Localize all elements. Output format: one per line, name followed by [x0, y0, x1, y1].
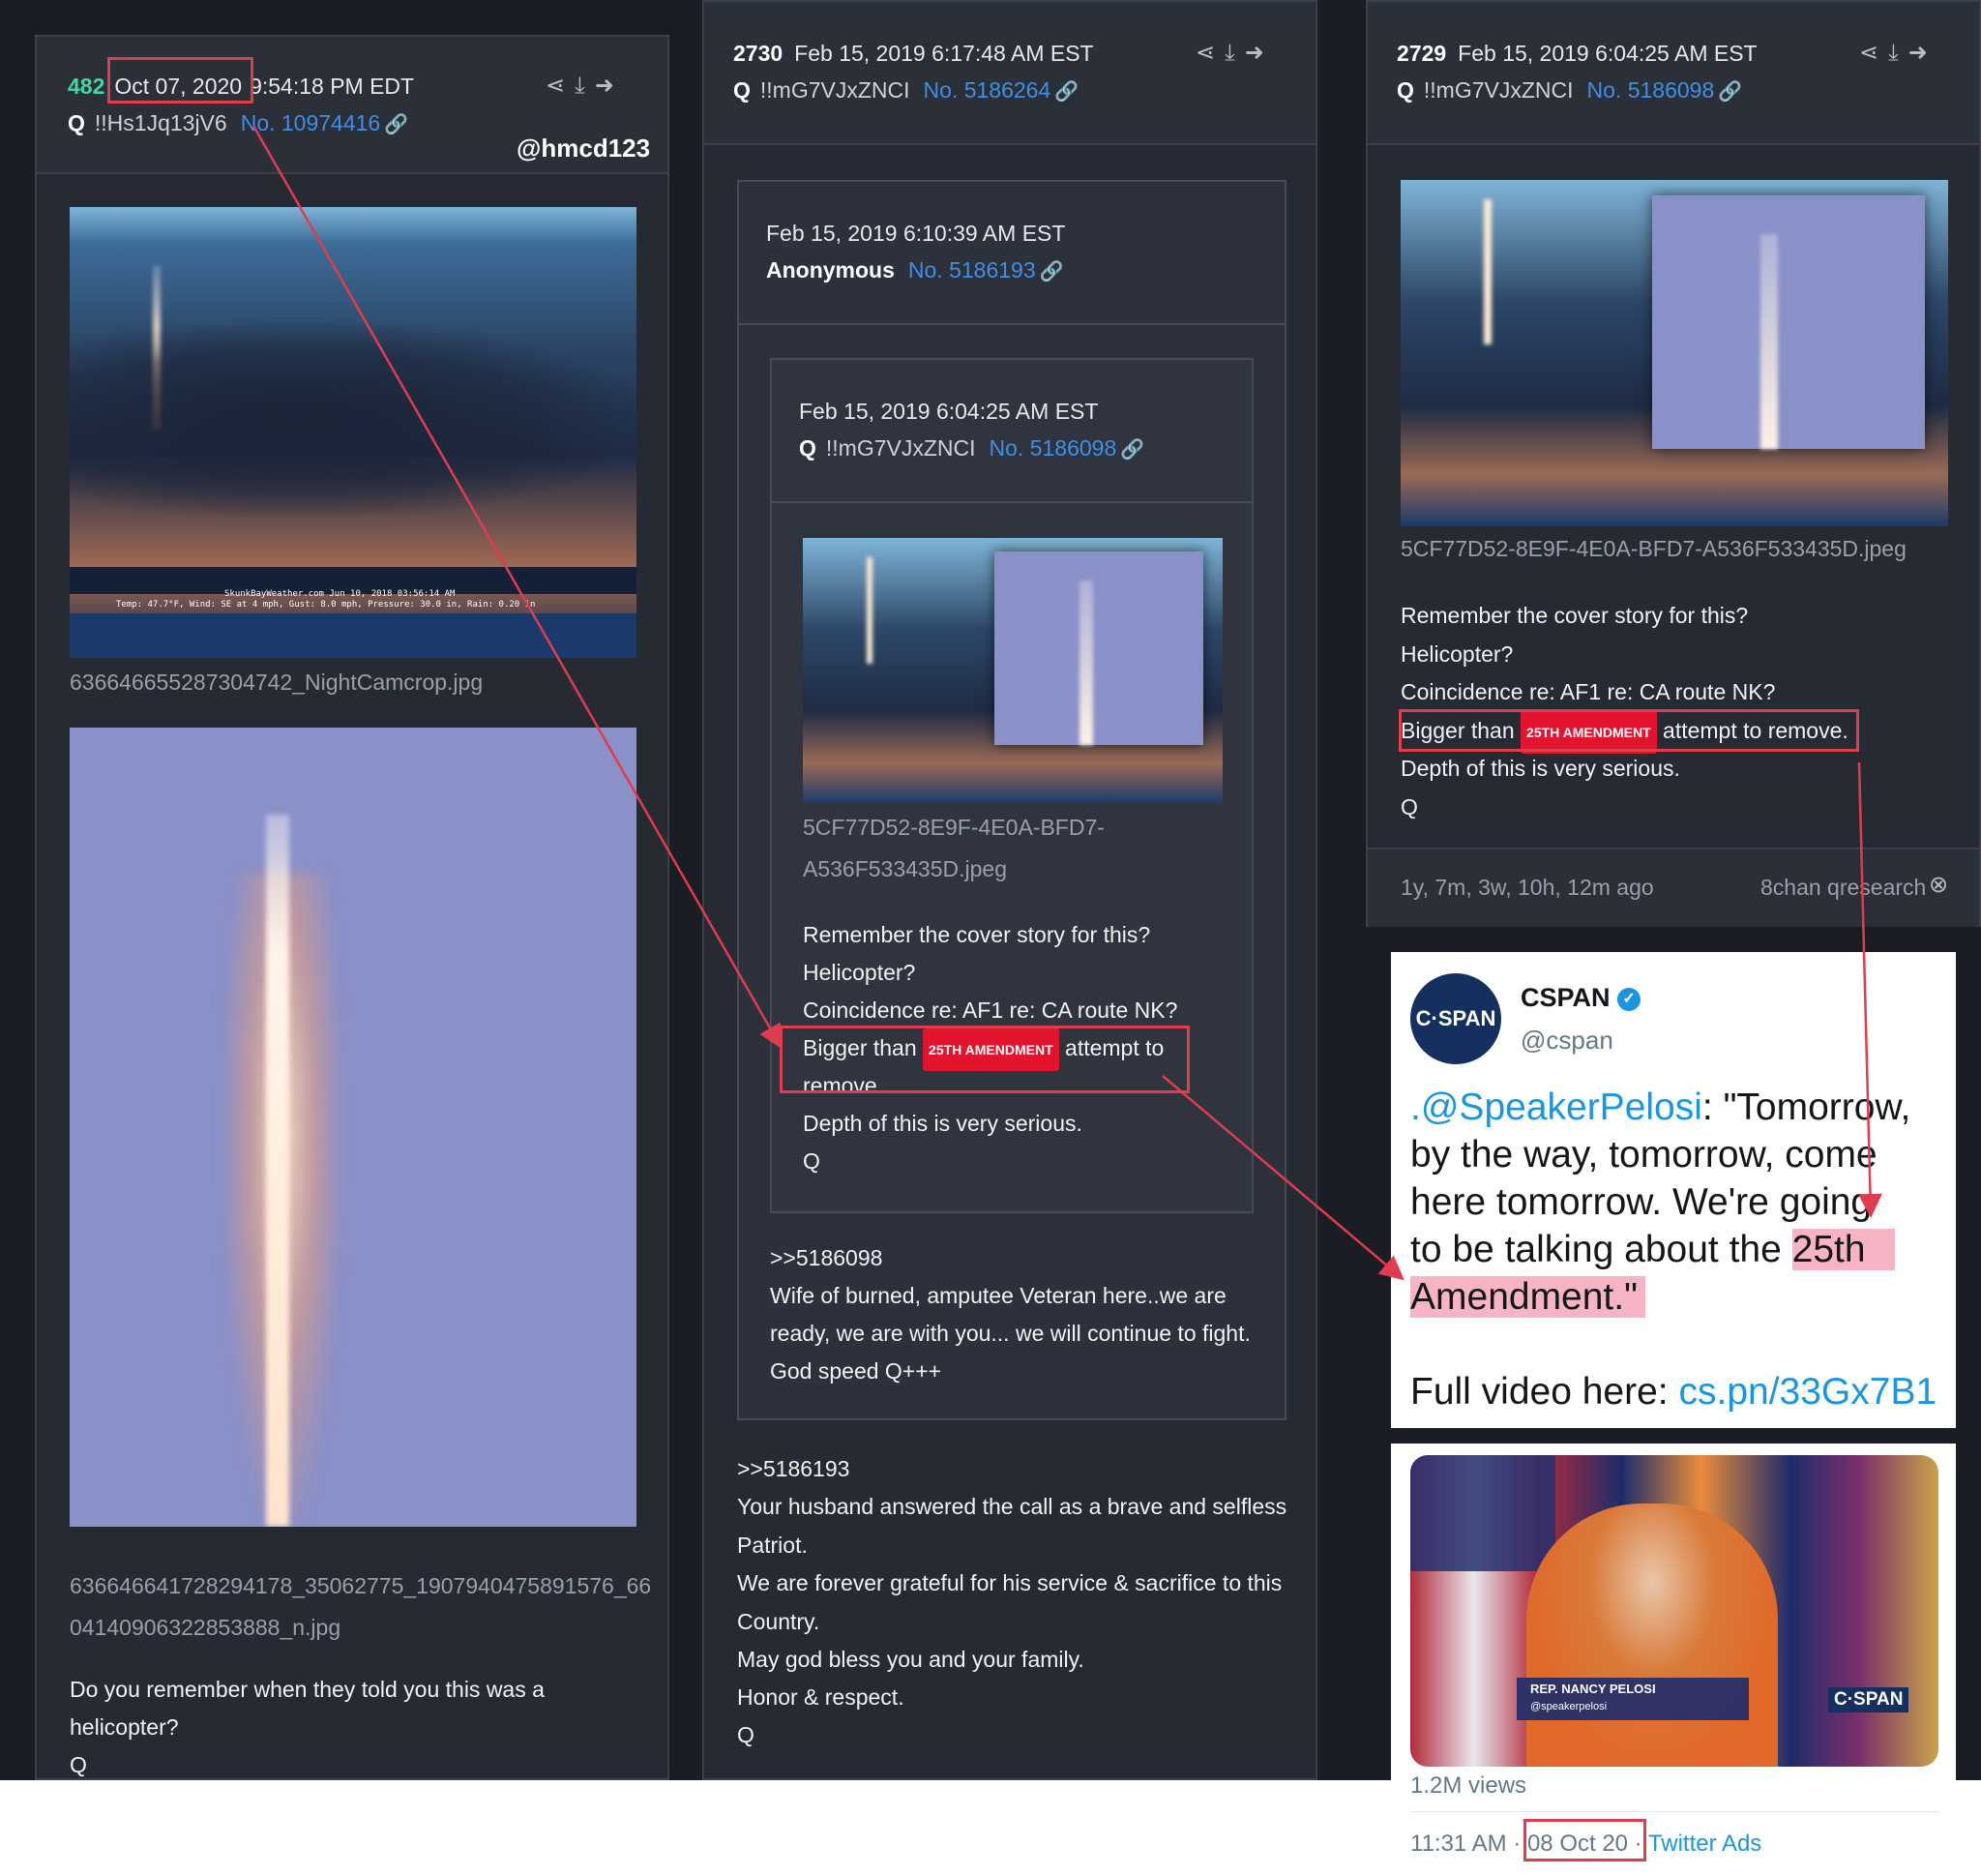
arrow-date-to-middle — [251, 125, 783, 1050]
connector-arrows — [251, 125, 1882, 1281]
arrow-middle-to-tweet — [1162, 1075, 1404, 1281]
arrow-right-to-tweet — [1857, 761, 1882, 1218]
